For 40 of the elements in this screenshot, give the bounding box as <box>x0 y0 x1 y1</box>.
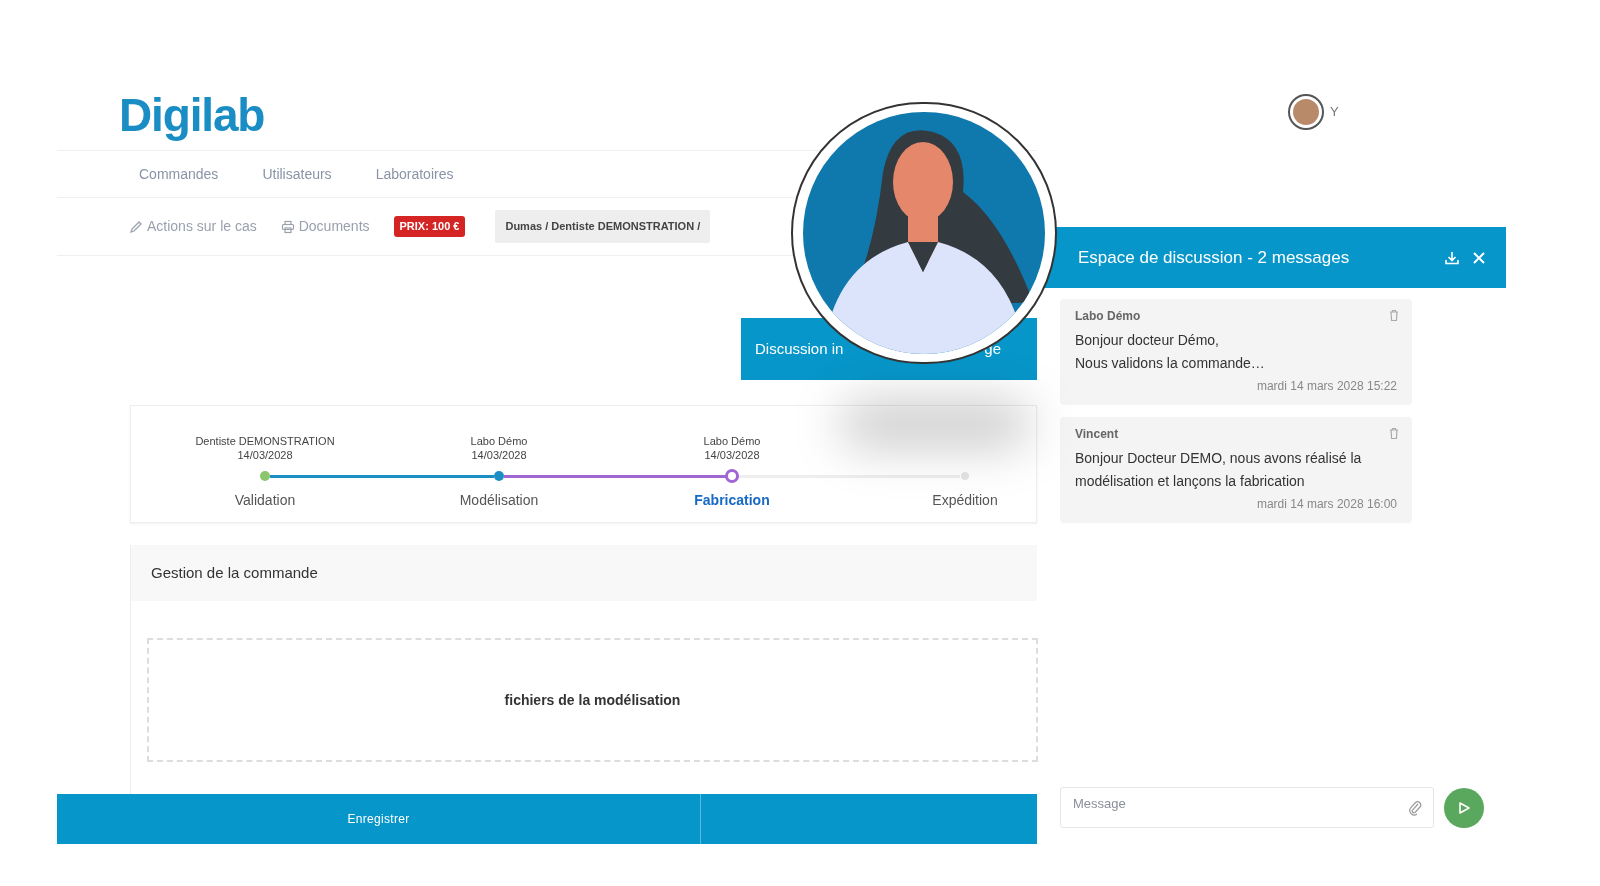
message-text: Bonjour Docteur DEMO, nous avons réalisé la modélisation et lançons la fabrication <box>1075 449 1363 491</box>
nav-link[interactable]: Utilisateurs <box>262 163 332 185</box>
step-date: 14/03/2028 <box>703 448 761 462</box>
step-actor: Labo Démo <box>702 434 762 448</box>
paperclip-icon[interactable] <box>1408 800 1422 816</box>
message-author: Vincent <box>1075 426 1119 443</box>
play-icon <box>1457 800 1471 815</box>
pencil-icon <box>129 219 143 234</box>
trash-icon[interactable] <box>1388 308 1400 322</box>
trash-icon[interactable] <box>1388 426 1400 440</box>
step-label[interactable]: Validation <box>205 490 325 511</box>
breadcrumb[interactable]: Dumas / Dentiste DEMONSTRATION / <box>495 210 711 243</box>
section-title: Gestion de la commande <box>151 562 318 583</box>
user-avatar[interactable] <box>1288 94 1324 130</box>
message-field[interactable]: Message <box>1060 787 1434 828</box>
close-icon[interactable] <box>1472 250 1486 265</box>
message-text: Bonjour docteur Démo, <box>1075 331 1220 350</box>
step-date: 14/03/2028 <box>470 448 528 462</box>
message-time: mardi 14 mars 2028 16:00 <box>1256 497 1397 511</box>
nav-link[interactable]: Laboratoires <box>375 163 454 185</box>
file-dropzone[interactable]: fichiers de la modélisation <box>147 638 1038 762</box>
download-icon[interactable] <box>1444 249 1460 266</box>
step-date: 14/03/2028 <box>236 448 294 462</box>
step-label[interactable]: Modélisation <box>439 490 559 511</box>
nav-link[interactable]: Commandes <box>139 163 219 185</box>
chat-title: Espace de discussion - 2 messages <box>1077 246 1350 269</box>
send-button[interactable] <box>1444 787 1484 828</box>
price-badge: PRIX: 100 € <box>393 216 466 237</box>
logo: Digilab <box>119 90 265 140</box>
message-time: mardi 14 mars 2028 15:22 <box>1256 379 1397 393</box>
actions-button[interactable]: Actions sur le cas <box>129 216 257 237</box>
documents-button[interactable]: Documents <box>280 216 370 237</box>
message-text: Nous validons la commande… <box>1075 354 1266 373</box>
step-actor: Labo Démo <box>469 434 529 448</box>
user-initial: Y <box>1330 103 1339 122</box>
step-actor: Dentiste DEMONSTRATION <box>194 434 336 448</box>
printer-icon <box>280 219 295 234</box>
step-label[interactable]: Expédition <box>905 490 1025 511</box>
step-label[interactable]: Fabrication <box>672 490 792 511</box>
message-author: Labo Démo <box>1075 308 1141 325</box>
